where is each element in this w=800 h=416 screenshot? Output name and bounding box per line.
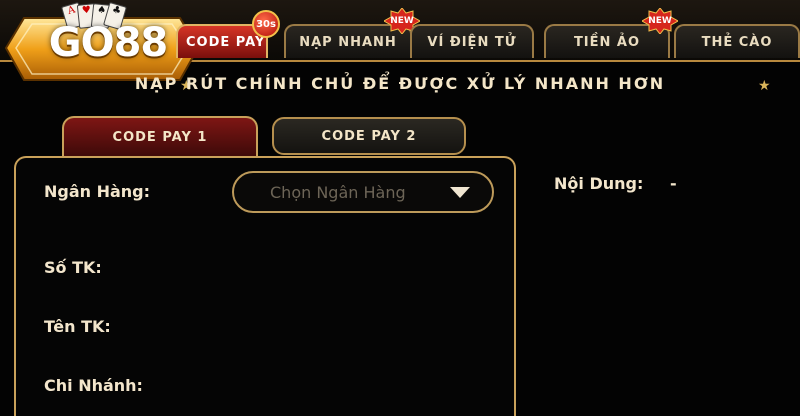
subtab-code-pay-1[interactable]: CODE PAY 1 <box>62 116 258 156</box>
account-number-label: Số TK: <box>44 258 102 277</box>
account-name-label: Tên TK: <box>44 317 111 336</box>
go88-logo: A ♥ ♠ ♣ GO88 <box>2 1 202 84</box>
logo-text: GO88 <box>48 20 169 66</box>
bank-select-placeholder: Chọn Ngân Hàng <box>270 183 406 202</box>
dropdown-caret-icon <box>450 187 470 198</box>
star-icon: ★ <box>758 78 771 94</box>
subtab-label: CODE PAY 2 <box>321 128 417 144</box>
tab-vi-dien-tu[interactable]: VÍ ĐIỆN TỬ <box>410 24 534 58</box>
tab-label: VÍ ĐIỆN TỬ <box>427 34 517 50</box>
timer-30s-badge: 30s <box>252 10 280 38</box>
new-badge-icon: NEW <box>642 8 678 34</box>
content-value: - <box>670 174 677 193</box>
tab-label: THẺ CÀO <box>701 34 773 50</box>
tab-the-cao[interactable]: THẺ CÀO <box>674 24 800 58</box>
tab-label: TIỀN ẢO <box>573 34 641 50</box>
content-label: Nội Dung: <box>554 174 644 193</box>
subtab-label: CODE PAY 1 <box>112 129 208 145</box>
subtab-code-pay-2[interactable]: CODE PAY 2 <box>272 117 466 155</box>
bank-label: Ngân Hàng: <box>44 182 151 201</box>
bank-select[interactable]: Chọn Ngân Hàng <box>232 171 494 213</box>
tab-label: NẠP NHANH <box>299 34 397 50</box>
tab-label: CODE PAY <box>186 34 266 50</box>
notice-text: NẠP RÚT CHÍNH CHỦ ĐỂ ĐƯỢC XỬ LÝ NHANH HƠ… <box>134 74 666 93</box>
branch-label: Chi Nhánh: <box>44 376 143 395</box>
